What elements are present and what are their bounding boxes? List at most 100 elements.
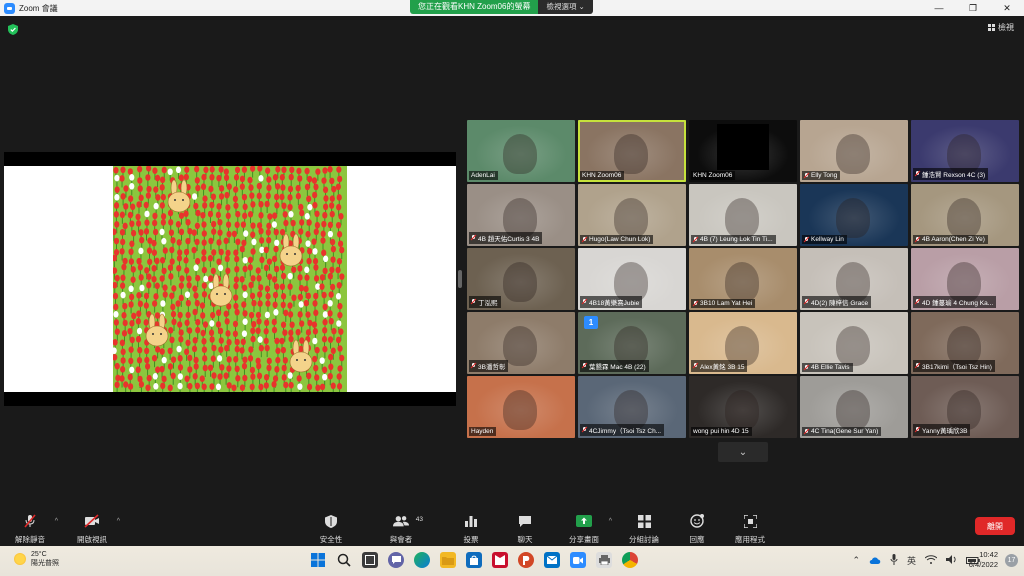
mic-muted-icon	[915, 171, 920, 177]
powerpoint-icon[interactable]	[518, 552, 534, 568]
participant-video	[836, 198, 870, 238]
bar-chart-icon	[463, 514, 479, 528]
system-clock[interactable]: 10:42 6/4/2022	[969, 550, 998, 570]
participant-name-label: Hayden	[469, 427, 497, 436]
security-label: 安全性	[319, 535, 343, 544]
mic-muted-icon	[582, 363, 587, 369]
participant-name: Yanny黃瑀欣3B	[922, 428, 968, 435]
participant-name-label: Elly Tong	[802, 171, 841, 180]
participant-tile[interactable]: 鍾浩賢 Rexson 4C (3)	[911, 120, 1019, 182]
participant-tile[interactable]: 4C Tina(Gene Sur Yan)	[800, 376, 908, 438]
mcafee-icon[interactable]	[492, 552, 508, 568]
search-icon[interactable]	[336, 552, 352, 568]
mic-muted-icon	[582, 299, 587, 305]
encryption-shield-icon[interactable]	[8, 24, 18, 35]
chat-button[interactable]: 聊天	[495, 514, 555, 545]
participant-video	[947, 198, 981, 238]
apps-button[interactable]: 應用程式	[720, 514, 780, 545]
apps-icon	[742, 514, 758, 528]
outlook-icon[interactable]	[544, 552, 560, 568]
wifi-icon[interactable]	[924, 555, 938, 566]
minimize-button[interactable]: —	[922, 0, 956, 16]
participants-button[interactable]: 43 與會者	[371, 514, 431, 545]
file-explorer-icon[interactable]	[440, 552, 456, 568]
participant-tile[interactable]: Elly Tong	[800, 120, 908, 182]
gallery-next-page-button[interactable]: ⌄	[718, 442, 768, 462]
chrome-browser-icon[interactable]	[622, 552, 638, 568]
viewing-screen-text: 您正在觀看KHN Zoom06的螢幕	[410, 0, 539, 14]
participant-name: 3B潘哲彰	[478, 364, 506, 371]
breakout-rooms-button[interactable]: 分組討論	[614, 514, 674, 545]
reactions-button[interactable]: 回應	[667, 514, 727, 545]
participant-name: 4B Ellie Tavis	[811, 364, 850, 371]
participant-tile[interactable]: 丁泓熙	[467, 248, 575, 310]
participant-tile[interactable]: AdenLai	[467, 120, 575, 182]
restore-button[interactable]: ❐	[956, 0, 990, 16]
participant-video	[614, 134, 648, 174]
speaker-icon[interactable]	[946, 555, 957, 566]
close-button[interactable]: ✕	[990, 0, 1024, 16]
edge-browser-icon[interactable]	[414, 552, 430, 568]
page-number-badge: 1	[584, 316, 598, 329]
view-button[interactable]: 檢視	[988, 22, 1014, 33]
participant-gallery: AdenLai KHN Zoom06 KHN Zoom06 Elly Tong 鍾浩賢 …	[467, 120, 1021, 438]
ime-indicator[interactable]: 英	[907, 554, 916, 567]
polls-button[interactable]: 投票	[441, 514, 501, 545]
chevron-up-icon[interactable]: ⌃	[852, 555, 860, 566]
participant-name: 4B 趙天佑Curtis 3 4B	[478, 236, 540, 243]
participant-name-label: 4B Aaron(Chen Zi Ye)	[913, 235, 988, 244]
microsoft-store-icon[interactable]	[466, 552, 482, 568]
participant-tile[interactable]: Hayden	[467, 376, 575, 438]
view-options-button[interactable]: 檢視選項 ⌄	[538, 0, 593, 14]
video-options-caret-icon[interactable]: ^	[117, 518, 120, 525]
mic-muted-icon	[471, 363, 476, 369]
participant-name-label: 葉懇霖 Mac 4B (22)	[580, 360, 649, 372]
participant-tile[interactable]: 4B18黃樂熹Jubie	[578, 248, 686, 310]
participant-tile[interactable]: 3B10 Lam Yat Hei	[689, 248, 797, 310]
notification-badge[interactable]: 17	[1005, 554, 1018, 567]
share-screen-button[interactable]: ^ 分享畫面	[554, 514, 614, 545]
unmute-button[interactable]: ^ 解除靜音	[0, 514, 60, 545]
share-options-caret-icon[interactable]: ^	[609, 518, 612, 525]
mic-muted-icon	[471, 299, 476, 305]
mic-muted-icon	[693, 363, 698, 369]
audio-options-caret-icon[interactable]: ^	[55, 518, 58, 525]
participant-tile[interactable]: 3B17kimi（Tsoi Tsz Hin)	[911, 312, 1019, 374]
teams-chat-icon[interactable]	[388, 552, 404, 568]
participant-tile[interactable]: KHN Zoom06	[689, 120, 797, 182]
start-video-button[interactable]: ^ 開啟視訊	[62, 514, 122, 545]
sun-icon	[14, 553, 26, 565]
participant-tile[interactable]: Kellway Lin	[800, 184, 908, 246]
weather-widget[interactable]: 25°C 陽光普照	[14, 550, 59, 568]
split-view-handle[interactable]	[458, 270, 462, 288]
mic-muted-icon	[915, 363, 920, 369]
participant-name: 葉懇霖 Mac 4B (22)	[589, 364, 646, 371]
participant-video	[503, 262, 537, 302]
participant-tile[interactable]: 4D 鍾蔓瑜 4 Chung Ka...	[911, 248, 1019, 310]
temperature: 25°C	[31, 551, 47, 558]
leave-meeting-button[interactable]: 離開	[975, 517, 1015, 535]
participant-tile[interactable]: 4B Ellie Tavis	[800, 312, 908, 374]
participant-tile[interactable]: KHN Zoom06	[578, 120, 686, 182]
participant-tile[interactable]: 4CJimmy（Tsoi Tsz Ch...	[578, 376, 686, 438]
clock-date: 6/4/2022	[968, 560, 998, 569]
participant-tile[interactable]: 1 葉懇霖 Mac 4B (22)	[578, 312, 686, 374]
zoom-taskbar-icon[interactable]	[570, 552, 586, 568]
participant-count: 43	[415, 516, 423, 523]
participant-name: Kellway Lin	[811, 236, 844, 243]
task-view-icon[interactable]	[362, 552, 378, 568]
participant-tile[interactable]: 4B Aaron(Chen Zi Ye)	[911, 184, 1019, 246]
windows-start-icon[interactable]	[310, 552, 326, 568]
participant-tile[interactable]: Yanny黃瑀欣3B	[911, 376, 1019, 438]
participant-tile[interactable]: Alex黃銘 3B 15	[689, 312, 797, 374]
participant-tile[interactable]: 4D(2) 陳梓信 Grace	[800, 248, 908, 310]
security-button[interactable]: 安全性	[301, 514, 361, 545]
participant-tile[interactable]: 4B 趙天佑Curtis 3 4B	[467, 184, 575, 246]
participant-tile[interactable]: Hugo(Law Chun Lok)	[578, 184, 686, 246]
participant-tile[interactable]: 4B (7) Leung Lok Tin Ti...	[689, 184, 797, 246]
onedrive-cloud-icon[interactable]	[869, 556, 881, 566]
participant-tile[interactable]: 3B潘哲彰	[467, 312, 575, 374]
printer-app-icon[interactable]	[596, 552, 612, 568]
microphone-icon[interactable]	[890, 554, 898, 567]
participant-tile[interactable]: wong pui hin 4D 15	[689, 376, 797, 438]
